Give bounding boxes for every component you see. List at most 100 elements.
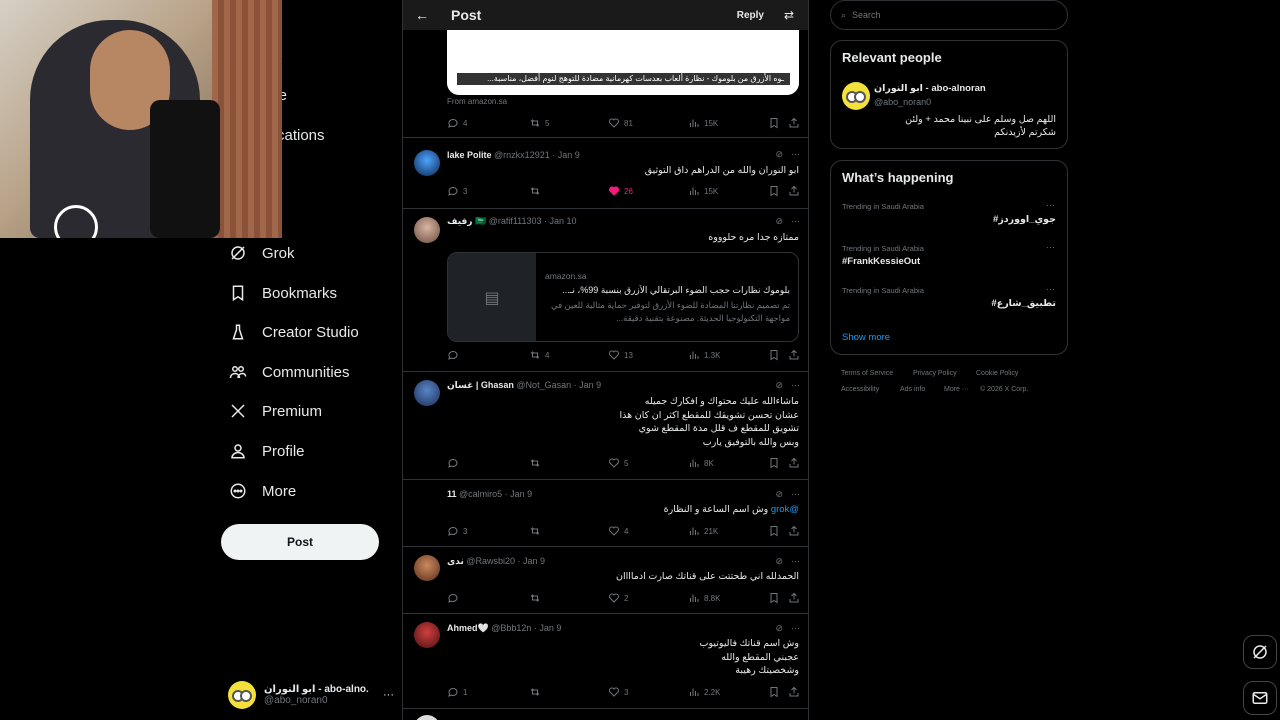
grok-explain-icon[interactable]: ⊘	[775, 556, 783, 567]
share-button[interactable]	[788, 185, 800, 197]
author-name[interactable]: ندى	[447, 556, 464, 566]
like-button[interactable]: 81	[608, 117, 633, 129]
trend-more-icon[interactable]: ···	[1046, 284, 1055, 294]
more-options-icon[interactable]: ···	[791, 556, 800, 567]
bookmark-button[interactable]	[768, 525, 780, 537]
bookmark-button[interactable]	[768, 185, 780, 197]
author-name[interactable]: lake Polite	[447, 150, 492, 160]
reply-tweet[interactable]: رفيف 🇸🇦 @rafif111303 · Jan 10 ⊘ ··· ممتاز…	[403, 208, 808, 371]
reply-tweet[interactable]: غسان | Ghasan @Not_Gasan · Jan 9 ⊘ ··· ما…	[403, 371, 808, 479]
views-button[interactable]: 15K	[688, 117, 718, 129]
person-avatar[interactable]	[842, 82, 870, 110]
views-button[interactable]: 8K	[688, 457, 714, 469]
nav-creator-studio[interactable]: Creator Studio	[228, 317, 359, 347]
grok-explain-icon[interactable]: ⊘	[775, 380, 783, 391]
search-box[interactable]: ⌕	[830, 0, 1068, 30]
post-button[interactable]: Post	[221, 524, 379, 560]
search-input[interactable]	[852, 10, 1053, 20]
grok-explain-icon[interactable]: ⊘	[775, 623, 783, 634]
more-options-icon[interactable]: ···	[791, 216, 800, 227]
nav-profile[interactable]: Profile	[228, 436, 305, 466]
reply-button[interactable]: 3	[447, 525, 467, 537]
nav-more[interactable]: More	[228, 476, 296, 506]
share-button[interactable]	[788, 117, 800, 129]
messages-float-button[interactable]	[1243, 681, 1277, 715]
share-button[interactable]	[788, 525, 800, 537]
more-options-icon[interactable]: ···	[791, 149, 800, 160]
views-button[interactable]: 8.8K	[688, 592, 720, 604]
footer-more[interactable]: More ···	[944, 386, 969, 393]
like-button[interactable]: 5	[608, 457, 628, 469]
bookmark-button[interactable]	[768, 686, 780, 698]
person-name[interactable]: ابو النوران - abo-alnoran	[874, 83, 986, 94]
repost-button[interactable]	[529, 592, 541, 604]
nav-communities[interactable]: Communities	[228, 357, 350, 387]
nav-premium[interactable]: Premium	[228, 396, 322, 426]
bookmark-button[interactable]	[768, 117, 780, 129]
footer-accessibility[interactable]: Accessibility	[841, 386, 879, 393]
like-button[interactable]: 13	[608, 349, 633, 361]
back-arrow-icon[interactable]: ←	[415, 7, 429, 23]
reply-tweet[interactable]: Ahmed🤍 @Bbb12n · Jan 9 ⊘ ··· وش اسم قناتك…	[403, 613, 808, 708]
views-button[interactable]: 15K	[688, 185, 718, 197]
nav-grok[interactable]: Grok	[228, 238, 295, 268]
more-options-icon[interactable]: ···	[791, 489, 800, 500]
repost-button[interactable]	[529, 525, 541, 537]
bookmark-button[interactable]	[768, 349, 780, 361]
like-button[interactable]: 3	[608, 686, 628, 698]
account-switcher[interactable]: ابو النوران - abo-alno... @abo_noran0 ··…	[228, 680, 394, 710]
views-button[interactable]: 1.3K	[688, 349, 720, 361]
nav-bookmarks[interactable]: Bookmarks	[228, 278, 337, 308]
filter-icon[interactable]: ⇄	[784, 8, 794, 22]
reply-button[interactable]	[447, 349, 459, 361]
like-button[interactable]: 2	[608, 592, 628, 604]
footer-ads-info[interactable]: Ads info	[900, 386, 925, 393]
reply-button[interactable]	[447, 592, 459, 604]
repost-button[interactable]	[529, 686, 541, 698]
bookmark-button[interactable]	[768, 592, 780, 604]
author-name[interactable]: رفيف 🇸🇦	[447, 216, 486, 226]
share-button[interactable]	[788, 592, 800, 604]
reply-tweet[interactable]: ندى @Rawsbi20 · Jan 9 ⊘ ··· الحمدلله اني …	[403, 546, 808, 613]
grok-explain-icon[interactable]: ⊘	[775, 489, 783, 500]
like-button[interactable]: 4	[608, 525, 628, 537]
reply-button[interactable]: 4	[447, 117, 467, 129]
source-link[interactable]: From amazon.sa	[447, 97, 507, 106]
avatar[interactable]	[414, 622, 440, 648]
footer-cookie[interactable]: Cookie Policy	[976, 370, 1018, 377]
footer-privacy[interactable]: Privacy Policy	[913, 370, 957, 377]
mention-link[interactable]: @grok	[771, 504, 799, 515]
reply-button[interactable]	[447, 457, 459, 469]
reply-tweet[interactable]: lake Polite @rnzkx12921 · Jan 9 ⊘ ··· ابو…	[403, 137, 808, 208]
reply-tweet[interactable]	[403, 708, 808, 720]
avatar[interactable]	[414, 715, 440, 720]
reply-button[interactable]: 3	[447, 185, 467, 197]
author-name[interactable]: 11	[447, 489, 457, 499]
show-more-link[interactable]: Show more	[842, 332, 890, 343]
like-button[interactable]: 26	[608, 185, 633, 197]
link-preview-card[interactable]: ▤ amazon.sa بلوموك نظارات حجب الضوء البر…	[447, 252, 799, 342]
repost-button[interactable]	[529, 457, 541, 469]
repost-button[interactable]: 4	[529, 349, 549, 361]
trend-more-icon[interactable]: ···	[1046, 242, 1055, 252]
grok-explain-icon[interactable]: ⊘	[775, 216, 783, 227]
more-options-icon[interactable]: ···	[791, 380, 800, 391]
views-button[interactable]: 21K	[688, 525, 718, 537]
share-button[interactable]	[788, 686, 800, 698]
footer-terms[interactable]: Terms of Service	[841, 370, 893, 377]
share-button[interactable]	[788, 457, 800, 469]
more-options-icon[interactable]: ···	[791, 623, 800, 634]
author-name[interactable]: غسان | Ghasan	[447, 380, 514, 390]
avatar[interactable]	[414, 217, 440, 243]
grok-float-button[interactable]	[1243, 635, 1277, 669]
reply-sort-button[interactable]: Reply	[737, 10, 764, 21]
reply-tweet[interactable]: 11 @calmiro5 · Jan 9 ⊘ ··· @grok وش اسم ا…	[403, 479, 808, 546]
grok-explain-icon[interactable]: ⊘	[775, 149, 783, 160]
bookmark-button[interactable]	[768, 457, 780, 469]
avatar[interactable]	[414, 555, 440, 581]
repost-button[interactable]	[529, 185, 541, 197]
avatar[interactable]	[414, 380, 440, 406]
trend-more-icon[interactable]: ···	[1046, 200, 1055, 210]
reply-button[interactable]: 1	[447, 686, 467, 698]
avatar[interactable]	[414, 150, 440, 176]
